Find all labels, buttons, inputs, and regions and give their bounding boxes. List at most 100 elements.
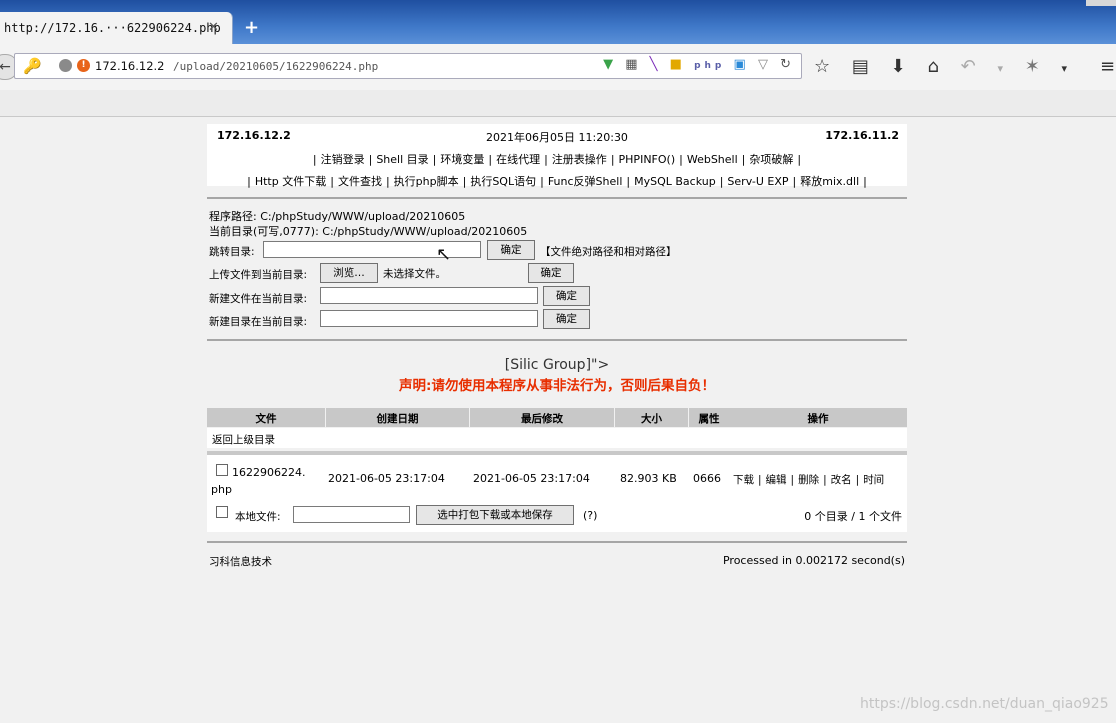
nav-link[interactable]: PHPINFO()	[619, 153, 676, 166]
jump-dir-label: 跳转目录:	[209, 246, 255, 258]
divider	[207, 541, 907, 543]
nav-link[interactable]: Serv-U EXP	[727, 175, 788, 188]
nav-link[interactable]: 执行SQL语句	[470, 175, 536, 188]
tab-title: http://172.16.···622906224.php	[4, 21, 221, 35]
nav-separator: |	[247, 175, 251, 188]
reload-icon[interactable]: ↻	[780, 57, 795, 72]
file-actions: 下载 | 编辑 | 删除 | 改名 | 时间	[733, 472, 884, 487]
delete-link[interactable]: 删除	[798, 474, 819, 486]
parent-dir-link[interactable]: 返回上级目录	[212, 432, 275, 447]
extension-icon[interactable]: ✶	[1025, 56, 1040, 77]
nav-link[interactable]: MySQL Backup	[634, 175, 716, 188]
shell-header: 172.16.12.2 2021年06月05日 11:20:30 172.16.…	[207, 124, 907, 188]
nav-separator: |	[312, 153, 317, 166]
nav-link[interactable]: Http 文件下载	[255, 175, 326, 188]
file-created: 2021-06-05 23:17:04	[328, 472, 445, 485]
nav-link[interactable]: 环境变量	[440, 153, 484, 166]
security-warning-icon[interactable]: !	[77, 59, 90, 72]
dir-file-summary: 0 个目录 / 1 个文件	[804, 510, 902, 523]
new-tab-icon[interactable]: +	[244, 17, 259, 38]
nav-separator: |	[719, 175, 724, 188]
jump-confirm-button[interactable]: 确定	[487, 240, 535, 260]
new-dir-input[interactable]	[320, 310, 538, 327]
url-path[interactable]: /upload/20210605/1622906224.php	[173, 60, 378, 73]
upload-label: 上传文件到当前目录:	[209, 269, 308, 281]
col-size: 大小	[641, 413, 662, 425]
nav-link[interactable]: 释放mix.dll	[800, 175, 859, 188]
window-controls[interactable]	[1086, 0, 1116, 6]
select-all-checkbox[interactable]	[216, 506, 228, 518]
nav-separator: |	[626, 175, 631, 188]
download-link[interactable]: 下载	[733, 474, 754, 486]
nav-separator: |	[679, 153, 683, 166]
col-attr: 属性	[698, 413, 720, 425]
qr-code-icon[interactable]: ▦	[625, 57, 641, 72]
nav-separator: |	[610, 153, 615, 166]
lock-icon[interactable]: ■	[670, 57, 686, 72]
new-file-confirm-button[interactable]: 确定	[543, 286, 590, 306]
close-tab-icon[interactable]: ✕	[208, 20, 219, 35]
nav-link[interactable]: 注册表操作	[552, 153, 607, 166]
no-file-selected: 未选择文件。	[383, 268, 446, 280]
nav-separator: |	[368, 153, 373, 166]
rename-link[interactable]: 改名	[831, 474, 852, 486]
new-file-input[interactable]	[320, 287, 538, 304]
file-name[interactable]: 1622906224.	[232, 466, 305, 479]
nav-link[interactable]: 在线代理	[496, 153, 540, 166]
separator: |	[855, 474, 860, 486]
feather-icon[interactable]: ╲	[650, 57, 662, 72]
shield-icon[interactable]: ▼	[603, 57, 617, 72]
file-modified: 2021-06-05 23:17:04	[473, 472, 590, 485]
home-icon[interactable]: ⌂	[927, 56, 938, 77]
browser-tab[interactable]: http://172.16.···622906224.php ✕	[0, 12, 233, 44]
edit-link[interactable]: 编辑	[766, 474, 787, 486]
nav-separator: |	[330, 175, 334, 188]
col-modified: 最后修改	[521, 413, 563, 425]
nav-link[interactable]: 杂项破解	[749, 153, 793, 166]
php-icon[interactable]: php	[694, 61, 725, 71]
file-permission: 0666	[693, 472, 721, 485]
mouse-cursor-icon: ↖	[436, 244, 452, 265]
file-size: 82.903 KB	[620, 472, 677, 485]
url-bar[interactable]: 🔑 ! 172.16.12.2 /upload/20210605/1622906…	[14, 53, 802, 79]
key-icon[interactable]: 🔑	[23, 57, 42, 75]
new-dir-confirm-button[interactable]: 确定	[543, 309, 590, 329]
addon-icons: ▼ ▦ ╲ ■ php ▣ ▽ ↻	[603, 57, 795, 72]
undo-icon[interactable]: ↶	[961, 56, 976, 77]
browser-titlebar: http://172.16.···622906224.php ✕ +	[0, 0, 1116, 44]
bookmark-star-icon[interactable]: ☆	[814, 56, 830, 77]
navigation-toolbar: ← 🔑 ! 172.16.12.2 /upload/20210605/16229…	[0, 44, 1116, 91]
windows-icon[interactable]: ▣	[734, 57, 750, 72]
hamburger-menu-icon[interactable]: ≡	[1100, 56, 1115, 77]
nav-link[interactable]: 文件查找	[338, 175, 382, 188]
toolbar-icons: ☆ ▤ ⬇ ⌂ ↶ ▾ ✶ ▾	[814, 56, 1083, 77]
upload-confirm-button[interactable]: 确定	[528, 263, 574, 283]
chevron-down-icon[interactable]: ▾	[1062, 62, 1068, 75]
reading-list-icon[interactable]: ▤	[852, 56, 869, 77]
web-page: 172.16.12.2 2021年06月05日 11:20:30 172.16.…	[0, 117, 1116, 723]
url-host[interactable]: 172.16.12.2	[95, 59, 165, 73]
pack-download-button[interactable]: 选中打包下载或本地保存	[416, 505, 574, 525]
nav-separator: |	[544, 153, 548, 166]
chevron-down-icon[interactable]: ▾	[997, 62, 1003, 75]
table-header: 文件 创建日期 最后修改 大小 属性 操作	[207, 408, 907, 427]
col-file: 文件	[255, 413, 277, 425]
time-link[interactable]: 时间	[863, 474, 884, 486]
nav-link[interactable]: WebShell	[687, 153, 738, 166]
parent-dir-row[interactable]: 返回上级目录	[207, 428, 907, 448]
dropdown-arrow-icon[interactable]: ▽	[758, 57, 772, 72]
nav-link[interactable]: 注销登录	[321, 153, 365, 166]
local-file-input[interactable]	[293, 506, 410, 523]
file-checkbox[interactable]	[216, 464, 228, 476]
nav-link[interactable]: Shell 目录	[376, 153, 428, 166]
bookmark-bar	[0, 90, 1116, 117]
browse-button[interactable]: 浏览…	[320, 263, 378, 283]
file-name-ext[interactable]: php	[211, 483, 232, 496]
processing-time: Processed in 0.002172 second(s)	[722, 554, 905, 567]
new-file-label: 新建文件在当前目录:	[209, 293, 308, 305]
help-link[interactable]: (?)	[583, 509, 597, 522]
nav-link[interactable]: 执行php脚本	[394, 175, 459, 188]
download-icon[interactable]: ⬇	[891, 56, 906, 77]
nav-separator: |	[741, 153, 746, 166]
nav-link[interactable]: Func反弹Shell	[548, 175, 623, 188]
